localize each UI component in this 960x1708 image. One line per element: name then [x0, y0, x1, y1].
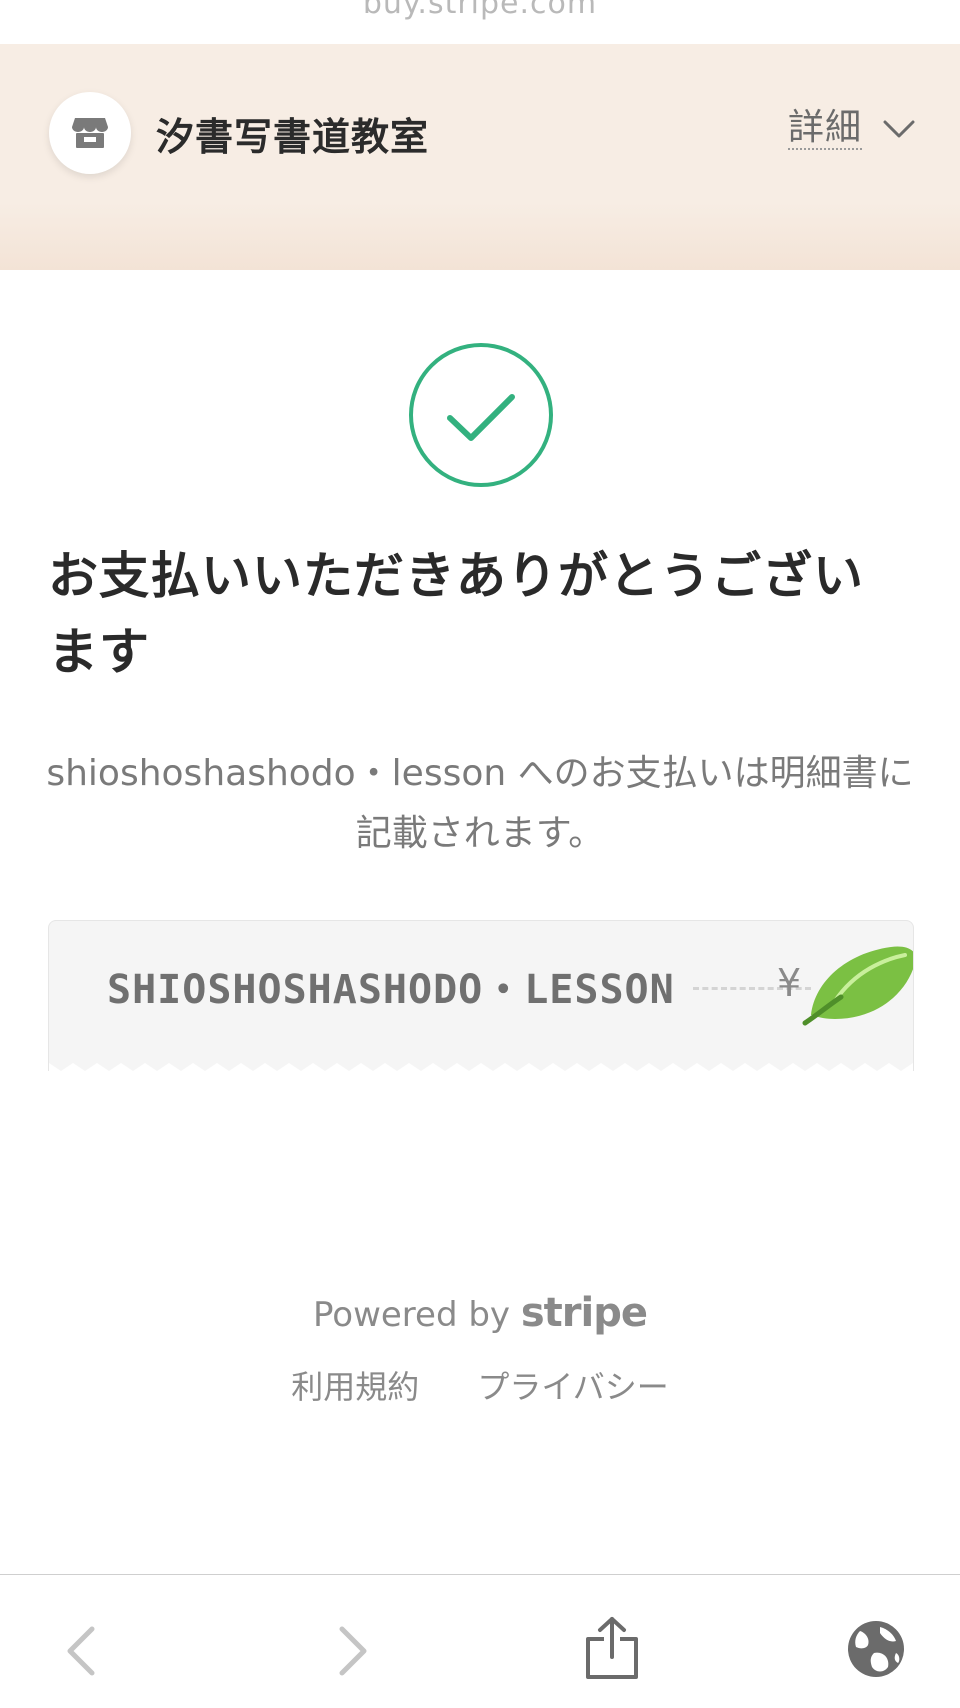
back-icon — [67, 1626, 95, 1676]
share-button[interactable] — [584, 1615, 640, 1685]
powered-by-stripe[interactable]: Powered by stripe — [0, 1290, 960, 1336]
store-icon — [72, 118, 108, 148]
browser-url-bar[interactable]: buy.stripe.com — [0, 0, 960, 44]
footer-links: 利用規約 プライバシー — [0, 1362, 960, 1408]
url-text: buy.stripe.com — [362, 0, 598, 21]
receipt-torn-edge — [49, 1063, 913, 1071]
forward-icon — [339, 1626, 367, 1676]
merchant-avatar — [49, 92, 131, 174]
statement-note: shioshoshashodo・lesson へのお支払いは明細書に記載されます… — [46, 753, 914, 854]
payment-success-title: お支払いいただきありがとうございます — [48, 547, 864, 681]
globe-button[interactable] — [846, 1619, 906, 1683]
forward-button[interactable] — [332, 1623, 372, 1683]
stripe-logo: stripe — [520, 1290, 648, 1336]
merchant-header: 汐書写書道教室 詳細 — [0, 44, 960, 270]
share-icon — [586, 1617, 638, 1679]
details-toggle[interactable]: 詳細 — [787, 107, 916, 150]
powered-by-label: Powered by — [312, 1295, 511, 1335]
chevron-down-icon — [883, 120, 915, 138]
browser-toolbar — [0, 1574, 960, 1708]
check-circle-icon — [408, 342, 554, 492]
statement-receipt: SHIOSHOSHASHODO・LESSON ¥ — [48, 920, 914, 1071]
details-label: 詳細 — [787, 107, 862, 150]
terms-link[interactable]: 利用規約 — [291, 1362, 419, 1408]
merchant-name: 汐書写書道教室 — [156, 115, 430, 159]
back-button[interactable] — [62, 1623, 102, 1683]
leaf-icon — [802, 946, 913, 1026]
privacy-link[interactable]: プライバシー — [477, 1362, 668, 1408]
globe-icon — [848, 1621, 904, 1677]
statement-descriptor: SHIOSHOSHASHODO・LESSON — [107, 967, 675, 1013]
